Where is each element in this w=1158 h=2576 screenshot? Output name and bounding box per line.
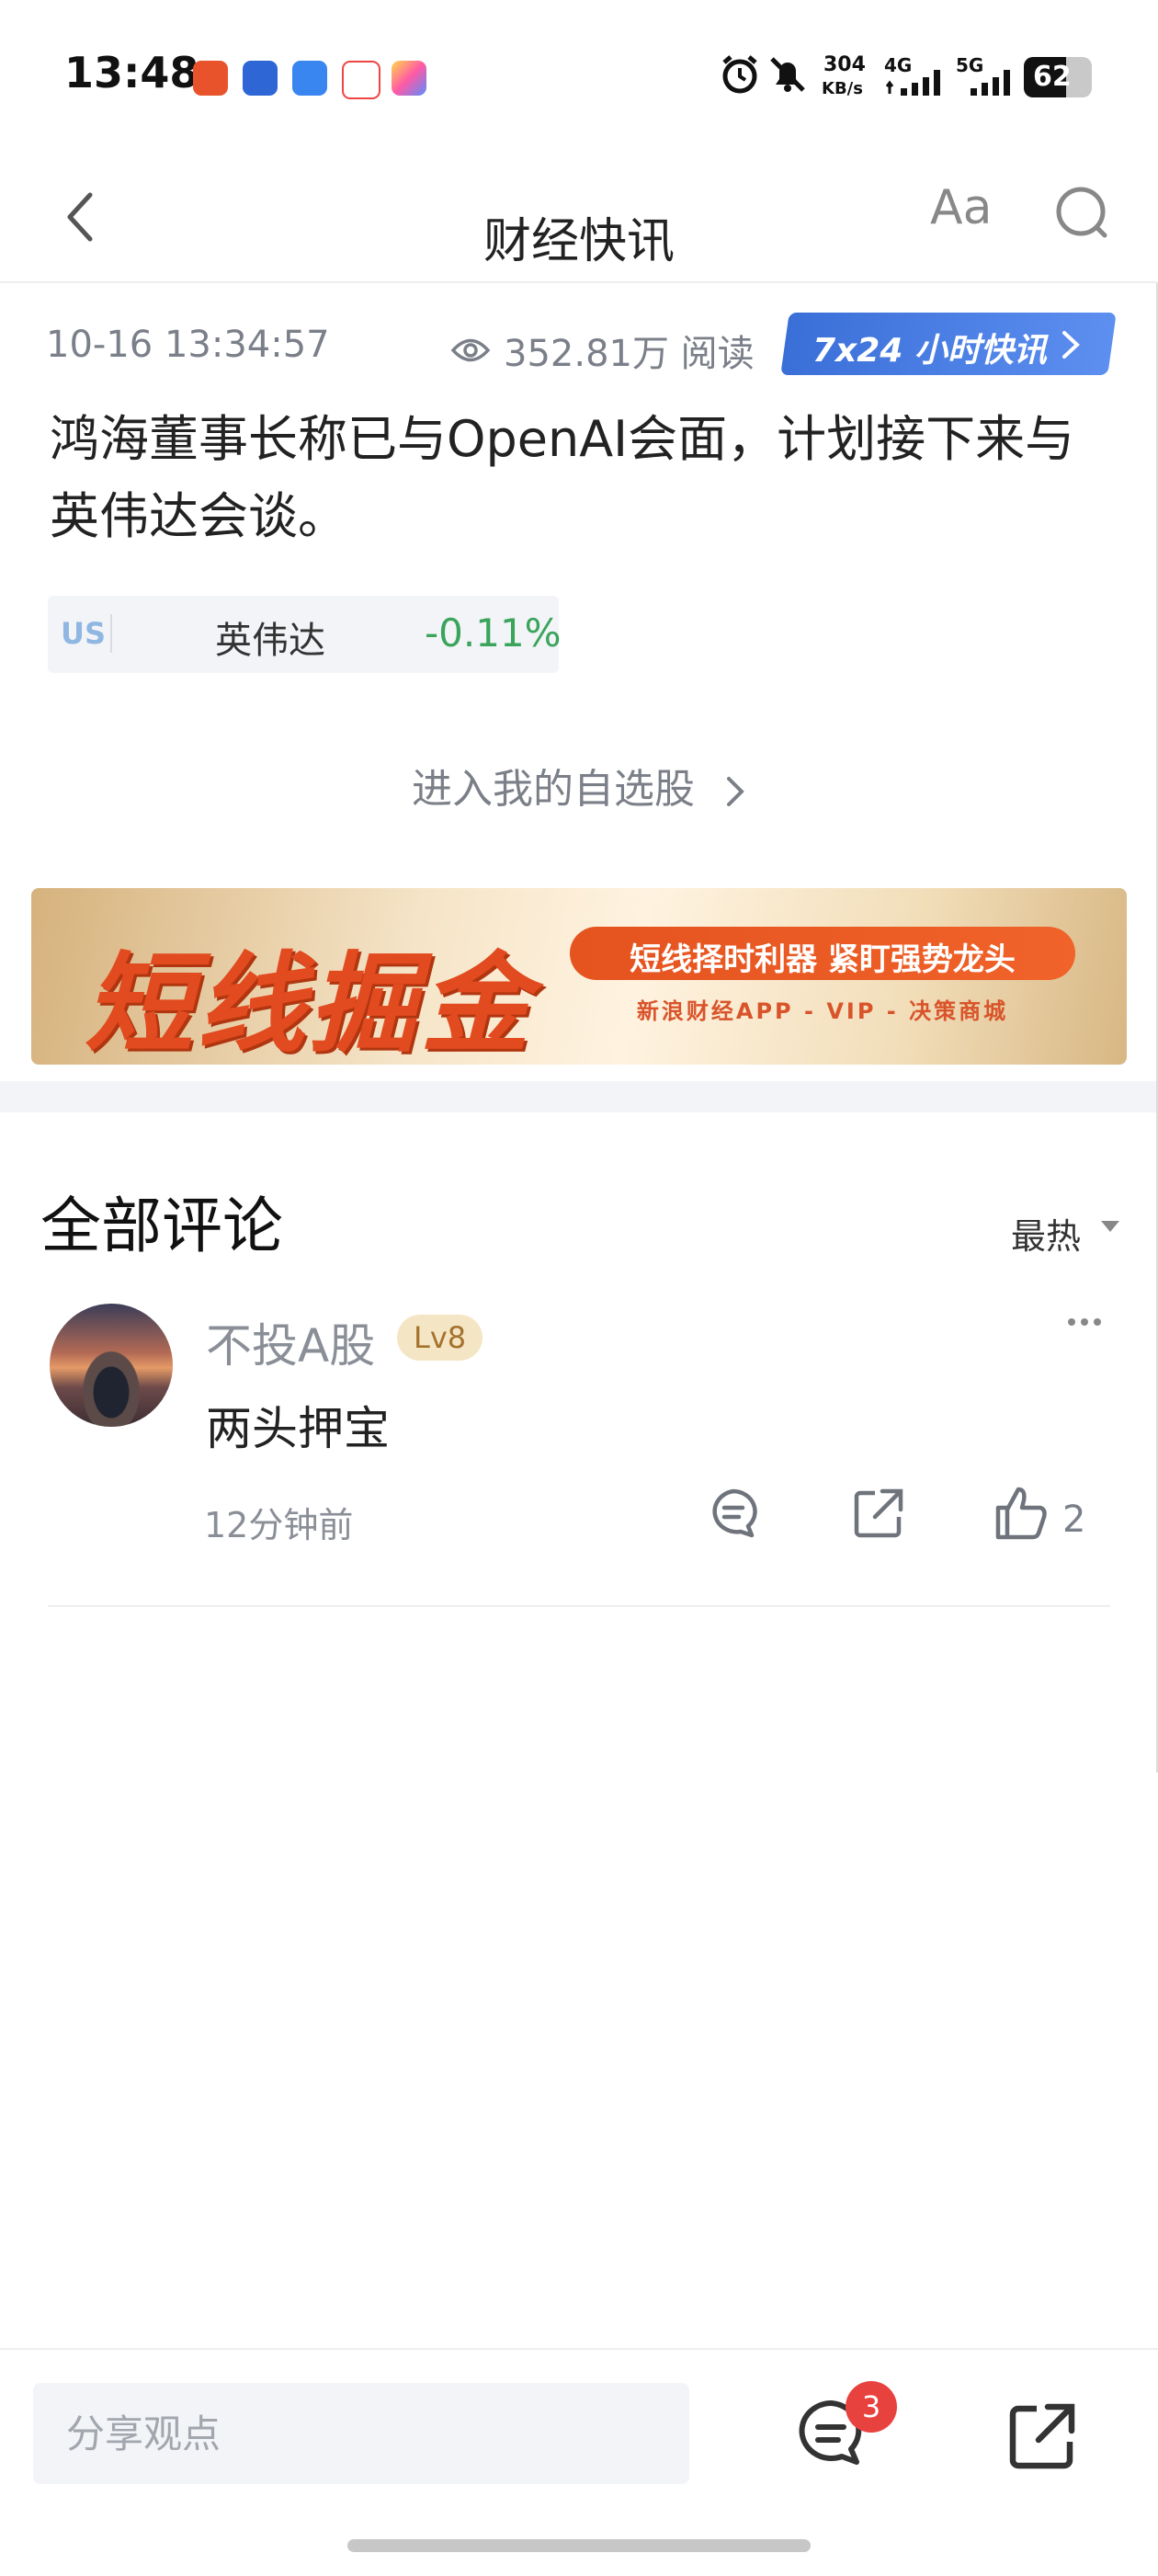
signal-icon-2	[963, 64, 1018, 97]
app-icon-finance	[243, 61, 278, 96]
stock-name: 英伟达	[215, 620, 325, 662]
eye-icon	[450, 336, 491, 364]
stock-market-tag: US	[61, 616, 107, 651]
chevron-right-icon	[724, 773, 746, 810]
search-icon[interactable]	[1051, 182, 1116, 246]
watchlist-link[interactable]: 进入我的自选股	[0, 756, 1158, 815]
share-icon[interactable]	[1004, 2398, 1081, 2475]
caret-down-icon[interactable]	[1099, 1219, 1121, 1234]
commenter-name[interactable]: 不投A股	[206, 1309, 375, 1375]
stock-change: -0.11%	[425, 610, 562, 655]
signal-icon-1	[884, 64, 948, 97]
app-icon-mascot	[342, 61, 380, 99]
status-time: 13:48	[64, 48, 199, 97]
chevron-right-icon	[1057, 327, 1084, 362]
reply-icon[interactable]	[704, 1484, 763, 1543]
network-speed: 304	[823, 53, 866, 76]
avatar[interactable]	[50, 1304, 173, 1427]
bell-muted-icon	[766, 53, 809, 96]
share-opinion-input[interactable]	[33, 2383, 689, 2484]
stock-chip-divider	[110, 614, 112, 653]
sort-dropdown-label: 最热	[1011, 1216, 1082, 1257]
like-icon[interactable]	[991, 1482, 1051, 1543]
section-divider	[0, 1081, 1158, 1112]
comment-divider	[48, 1605, 1110, 1607]
more-options-icon[interactable]	[1066, 1313, 1103, 1331]
app-icon-securities	[193, 61, 228, 96]
font-size-button[interactable]: Aa	[930, 180, 992, 235]
status-bar: 13:48 304 KB/s 4G 5G 62	[0, 0, 1158, 147]
live-news-banner-label[interactable]: 7x24 小时快讯	[812, 324, 1047, 371]
read-count-text: 352.81万 阅读	[504, 333, 755, 375]
read-count: 352.81万 阅读	[450, 324, 755, 377]
sort-dropdown[interactable]: 最热	[1011, 1208, 1081, 1259]
network-speed-unit: KB/s	[822, 79, 863, 98]
comment-text: 两头押宝	[206, 1402, 390, 1455]
ad-title: 短线掘金	[85, 940, 534, 1067]
article-headline: 鸿海董事长称已与OpenAI会面，计划接下来与英伟达会谈。	[50, 410, 1075, 545]
comment-time: 12分钟前	[204, 1505, 354, 1545]
share-icon[interactable]	[849, 1484, 908, 1543]
app-icon-browser	[292, 61, 327, 96]
like-count: 2	[1062, 1499, 1086, 1541]
home-indicator[interactable]	[347, 2539, 811, 2552]
ad-slogan: 短线择时利器 紧盯强势龙头	[630, 941, 1016, 978]
comments-title: 全部评论	[40, 1191, 283, 1261]
article-timestamp: 10-16 13:34:57	[46, 324, 330, 366]
alarm-icon	[719, 53, 761, 96]
ad-subtitle: 新浪财经APP - VIP - 决策商城	[636, 998, 1009, 1024]
comment-count-badge: 3	[846, 2381, 897, 2433]
app-icon-crown	[392, 61, 426, 96]
battery-level: 62	[1033, 61, 1072, 93]
top-nav: 财经快讯 Aa	[0, 147, 1158, 283]
watchlist-link-label: 进入我的自选股	[412, 766, 695, 813]
level-badge: Lv8	[397, 1315, 483, 1361]
